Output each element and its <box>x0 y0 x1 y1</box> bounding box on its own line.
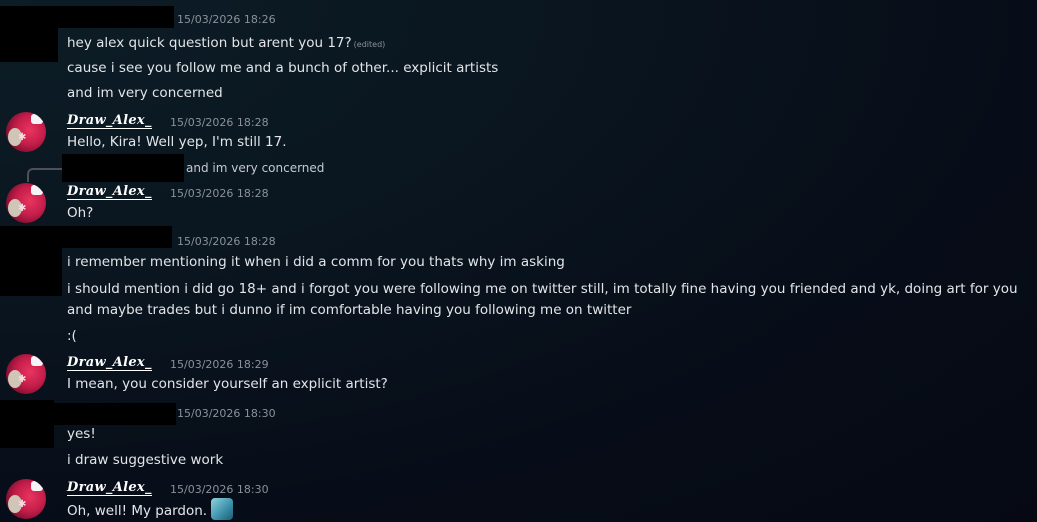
message-timestamp: 15/03/2026 18:28 <box>177 235 276 248</box>
message-line: :( <box>67 328 77 344</box>
redacted-avatar <box>0 6 58 62</box>
message-line: and im very concerned <box>67 85 223 101</box>
message-line: i draw suggestive work <box>67 452 224 468</box>
message-timestamp: 15/03/2026 18:29 <box>170 358 269 371</box>
avatar-bow <box>31 356 43 366</box>
avatar[interactable]: ✱ <box>6 183 46 223</box>
message-line: Hello, Kira! Well yep, I'm still 17. <box>67 134 287 150</box>
message-timestamp: 15/03/2026 18:30 <box>177 407 276 420</box>
avatar[interactable]: ✱ <box>6 479 46 519</box>
message-line: hey alex quick question but arent you 17… <box>67 35 352 51</box>
avatar-star-icon: ✱ <box>18 203 27 214</box>
message-text: Oh, well! My pardon. <box>67 498 234 522</box>
message-timestamp: 15/03/2026 18:30 <box>170 483 269 496</box>
redacted-avatar <box>0 400 54 448</box>
message-line: i remember mentioning it when i did a co… <box>67 254 565 270</box>
username[interactable]: Draw_Alex_ <box>67 113 152 129</box>
message-line: Oh, well! My pardon. <box>67 503 208 519</box>
avatar[interactable]: ✱ <box>6 112 46 152</box>
redacted-username <box>54 403 176 425</box>
reply-connector <box>27 168 63 182</box>
avatar-star-icon: ✱ <box>18 374 27 385</box>
reply-preview[interactable]: and im very concerned <box>186 161 324 175</box>
avatar-bow <box>31 481 43 491</box>
message-timestamp: 15/03/2026 18:28 <box>170 116 269 129</box>
message-line: i should mention i did go 18+ and i forg… <box>67 281 1018 318</box>
redacted-avatar <box>0 226 62 296</box>
custom-emoji-icon[interactable] <box>211 498 234 520</box>
redacted-reply-avatar <box>62 154 184 182</box>
avatar-star-icon: ✱ <box>18 499 27 510</box>
edited-label: (edited) <box>353 40 386 49</box>
username[interactable]: Draw_Alex_ <box>67 355 152 371</box>
message-line: I mean, you consider yourself an explici… <box>67 376 388 392</box>
message-line: yes! <box>67 426 96 442</box>
message-timestamp: 15/03/2026 18:26 <box>177 13 276 26</box>
avatar-star-icon: ✱ <box>18 132 27 143</box>
username[interactable]: Draw_Alex_ <box>67 480 152 496</box>
message-timestamp: 15/03/2026 18:28 <box>170 187 269 200</box>
message-line: Oh? <box>67 205 94 221</box>
redacted-username <box>58 6 174 28</box>
avatar-bow <box>31 185 43 195</box>
avatar[interactable]: ✱ <box>6 354 46 394</box>
avatar-bow <box>31 114 43 124</box>
message-line: cause i see you follow me and a bunch of… <box>67 60 499 76</box>
redacted-username <box>62 226 172 248</box>
message-text: hey alex quick question but arent you 17… <box>67 35 385 51</box>
username[interactable]: Draw_Alex_ <box>67 184 152 200</box>
